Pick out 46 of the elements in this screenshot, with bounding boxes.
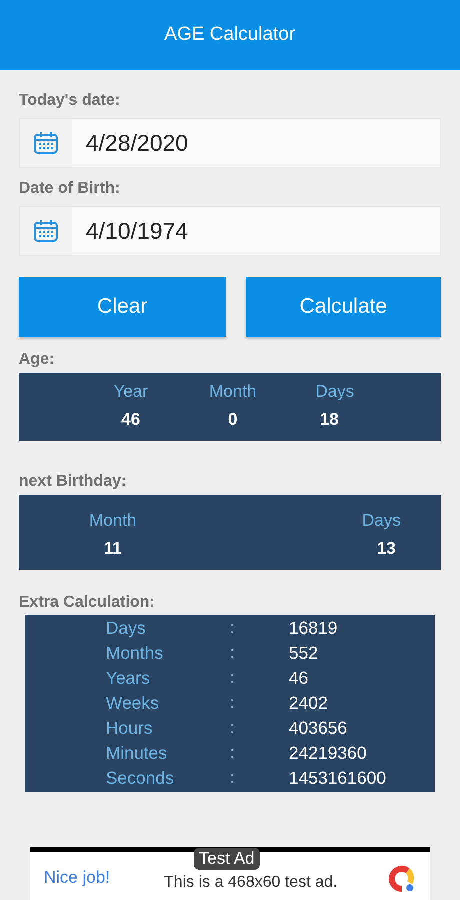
- section-label: next Birthday:: [19, 473, 127, 491]
- separator: :: [230, 694, 236, 714]
- age-value: 18: [320, 410, 339, 430]
- stat-name: Hours: [106, 717, 154, 740]
- date-field[interactable]: 4/28/2020: [19, 118, 441, 168]
- field-label: Date of Birth:: [19, 180, 120, 198]
- ad-banner[interactable]: Test Ad Nice job! This is a 468x60 test ad.: [30, 847, 430, 900]
- section-label: Age:: [19, 351, 55, 369]
- separator: :: [230, 669, 236, 689]
- stat-value: 16819: [289, 617, 339, 640]
- stat-name: Days: [106, 617, 147, 640]
- separator: :: [230, 719, 236, 739]
- birthday-value: 11: [104, 539, 122, 559]
- column-heading: Days: [362, 511, 401, 531]
- column-heading: Year: [114, 382, 148, 402]
- column-heading: Month: [89, 511, 137, 531]
- field-label: Today's date:: [19, 92, 120, 110]
- age-value: 46: [122, 410, 140, 430]
- ad-logo-icon: [388, 863, 416, 893]
- column-heading: Days: [316, 382, 354, 402]
- stat-name: Weeks: [106, 692, 160, 715]
- calendar-icon: [33, 219, 59, 243]
- calendar-icon: [33, 131, 59, 155]
- ad-badge: Test Ad: [194, 848, 260, 870]
- stat-value: 24219360: [289, 742, 368, 765]
- separator: :: [230, 619, 236, 639]
- column-heading: Month: [209, 382, 257, 402]
- stat-name: Years: [106, 667, 152, 690]
- birthday-value: 13: [377, 539, 396, 559]
- stat-name: Minutes: [106, 742, 168, 765]
- separator: :: [230, 744, 236, 764]
- ad-headline: Nice job!: [44, 868, 110, 888]
- stat-name: Seconds: [106, 767, 176, 790]
- ad-text: This is a 468x60 test ad.: [164, 874, 338, 892]
- separator: :: [230, 644, 236, 664]
- app-title: AGE Calculator: [164, 24, 296, 46]
- separator: :: [230, 769, 236, 789]
- date-field[interactable]: 4/10/1974: [19, 206, 441, 256]
- stat-name: Months: [106, 642, 164, 665]
- stat-value: 552: [289, 642, 320, 665]
- age-value: 0: [228, 410, 238, 430]
- stat-value: 2402: [289, 692, 329, 715]
- stat-value: 403656: [289, 717, 348, 740]
- stat-value: 46: [289, 667, 310, 690]
- section-label: Extra Calculation:: [19, 594, 156, 612]
- stat-value: 1453161600: [289, 767, 388, 790]
